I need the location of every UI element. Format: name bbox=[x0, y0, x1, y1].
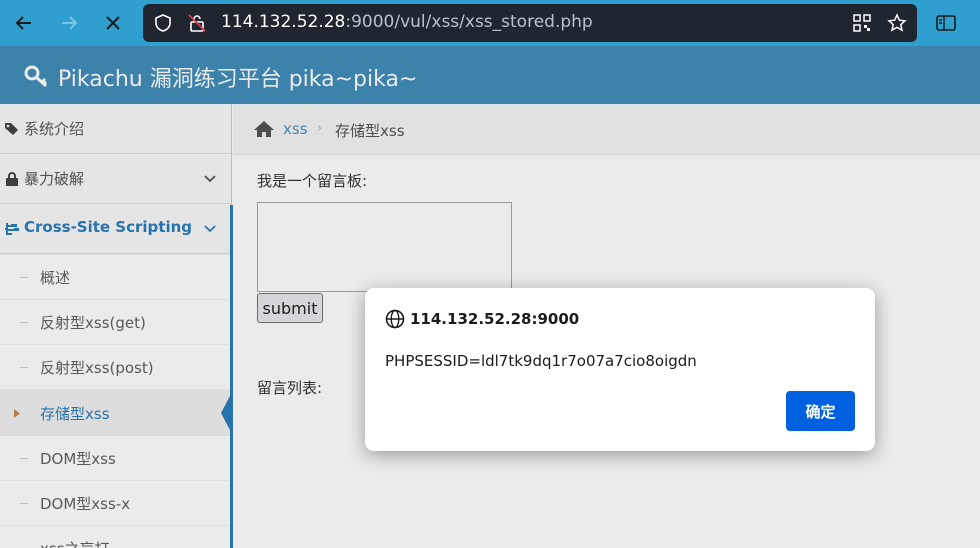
alert-dialog: 114.132.52.28:9000 PHPSESSID=ldl7tk9dq1r… bbox=[365, 288, 875, 451]
browser-toolbar: 114.132.52.28:9000/vul/xss/xss_stored.ph… bbox=[0, 0, 980, 46]
url-host: 114.132.52.28 bbox=[221, 12, 346, 32]
qr-code-icon[interactable] bbox=[852, 13, 872, 33]
insecure-lock-icon[interactable] bbox=[187, 13, 207, 33]
dialog-message: PHPSESSID=ldl7tk9dq1r7o07a7cio8oigdn bbox=[385, 352, 697, 370]
url-path: :9000/vul/xss/xss_stored.php bbox=[345, 12, 593, 32]
back-button[interactable] bbox=[9, 8, 39, 38]
forward-button[interactable] bbox=[54, 8, 84, 38]
sidebar-toggle-icon[interactable] bbox=[935, 13, 957, 33]
url-text: 114.132.52.28:9000/vul/xss/xss_stored.ph… bbox=[221, 12, 593, 32]
arrow-left-icon bbox=[15, 16, 31, 30]
ok-button[interactable]: 确定 bbox=[786, 391, 855, 431]
star-icon[interactable] bbox=[887, 13, 907, 33]
shield-icon[interactable] bbox=[153, 13, 173, 33]
close-icon bbox=[106, 16, 120, 30]
arrow-right-icon bbox=[62, 16, 78, 30]
address-bar[interactable]: 114.132.52.28:9000/vul/xss/xss_stored.ph… bbox=[143, 4, 917, 42]
globe-icon bbox=[385, 309, 405, 329]
stop-button[interactable] bbox=[98, 8, 128, 38]
dialog-origin: 114.132.52.28:9000 bbox=[410, 310, 580, 328]
